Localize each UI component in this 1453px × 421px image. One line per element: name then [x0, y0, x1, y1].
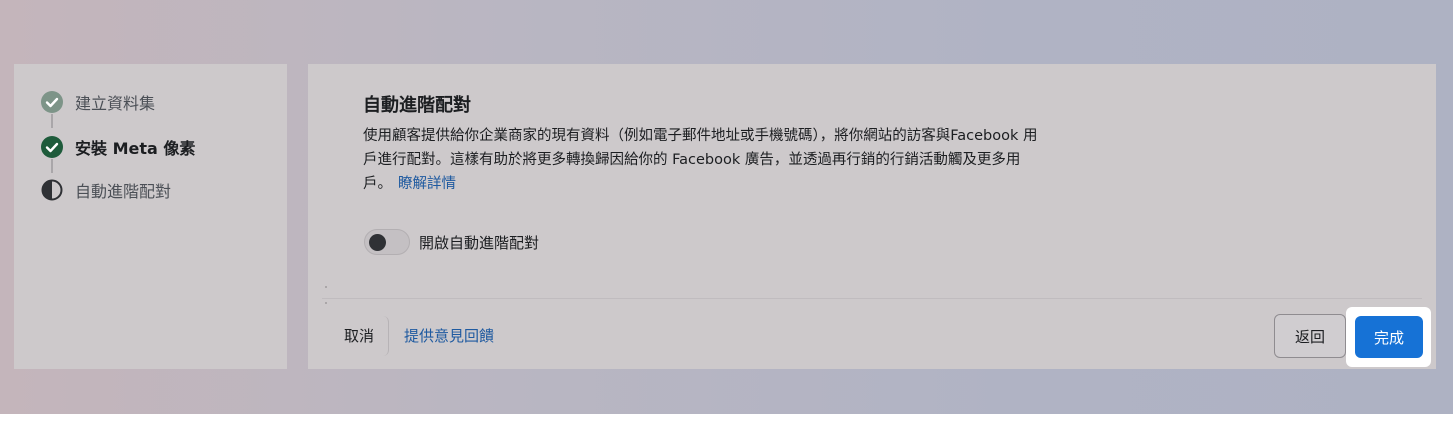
- step-auto-advanced-matching[interactable]: 自動進階配對: [41, 178, 171, 202]
- done-button-label: 完成: [1373, 328, 1404, 347]
- main-panel: 自動進階配對 使用顧客提供給你企業商家的現有資料（例如電子郵件地址或手機號碼），…: [308, 64, 1436, 369]
- decor-dot: [325, 302, 327, 304]
- description: 使用顧客提供給你企業商家的現有資料（例如電子郵件地址或手機號碼），將你網站的訪客…: [363, 124, 1043, 196]
- description-text: 使用顧客提供給你企業商家的現有資料（例如電子郵件地址或手機號碼），將你網站的訪客…: [363, 128, 1038, 192]
- done-button[interactable]: 完成: [1355, 316, 1423, 358]
- back-button[interactable]: 返回: [1274, 314, 1346, 358]
- step-label: 自動進階配對: [75, 182, 172, 201]
- step-connector: [51, 159, 53, 173]
- bottom-strip: [0, 414, 1453, 421]
- setup-stepper: 建立資料集 安裝 Meta 像素 自動進階配對: [14, 64, 287, 369]
- half-circle-icon: [41, 179, 63, 201]
- check-circle-icon: [41, 136, 63, 158]
- learn-more-link[interactable]: 瞭解詳情: [398, 176, 456, 192]
- toggle-row: 開啟自動進階配對: [364, 229, 539, 255]
- step-connector: [51, 114, 53, 128]
- auto-advanced-matching-toggle[interactable]: [364, 229, 410, 255]
- toggle-label: 開啟自動進階配對: [419, 233, 540, 252]
- feedback-link[interactable]: 提供意見回饋: [404, 316, 494, 356]
- footer-divider: [322, 298, 1422, 299]
- check-circle-icon: [41, 91, 63, 113]
- step-label: 安裝 Meta 像素: [75, 139, 196, 158]
- page-title: 自動進階配對: [363, 95, 471, 116]
- cancel-button[interactable]: 取消: [330, 316, 390, 356]
- step-label: 建立資料集: [75, 94, 156, 113]
- back-button-label: 返回: [1294, 327, 1325, 346]
- decor-dot: [325, 286, 327, 288]
- toggle-knob: [369, 234, 386, 251]
- step-create-dataset[interactable]: 建立資料集: [41, 90, 155, 114]
- step-install-pixel[interactable]: 安裝 Meta 像素: [41, 135, 195, 159]
- done-button-highlight: 完成: [1346, 307, 1431, 367]
